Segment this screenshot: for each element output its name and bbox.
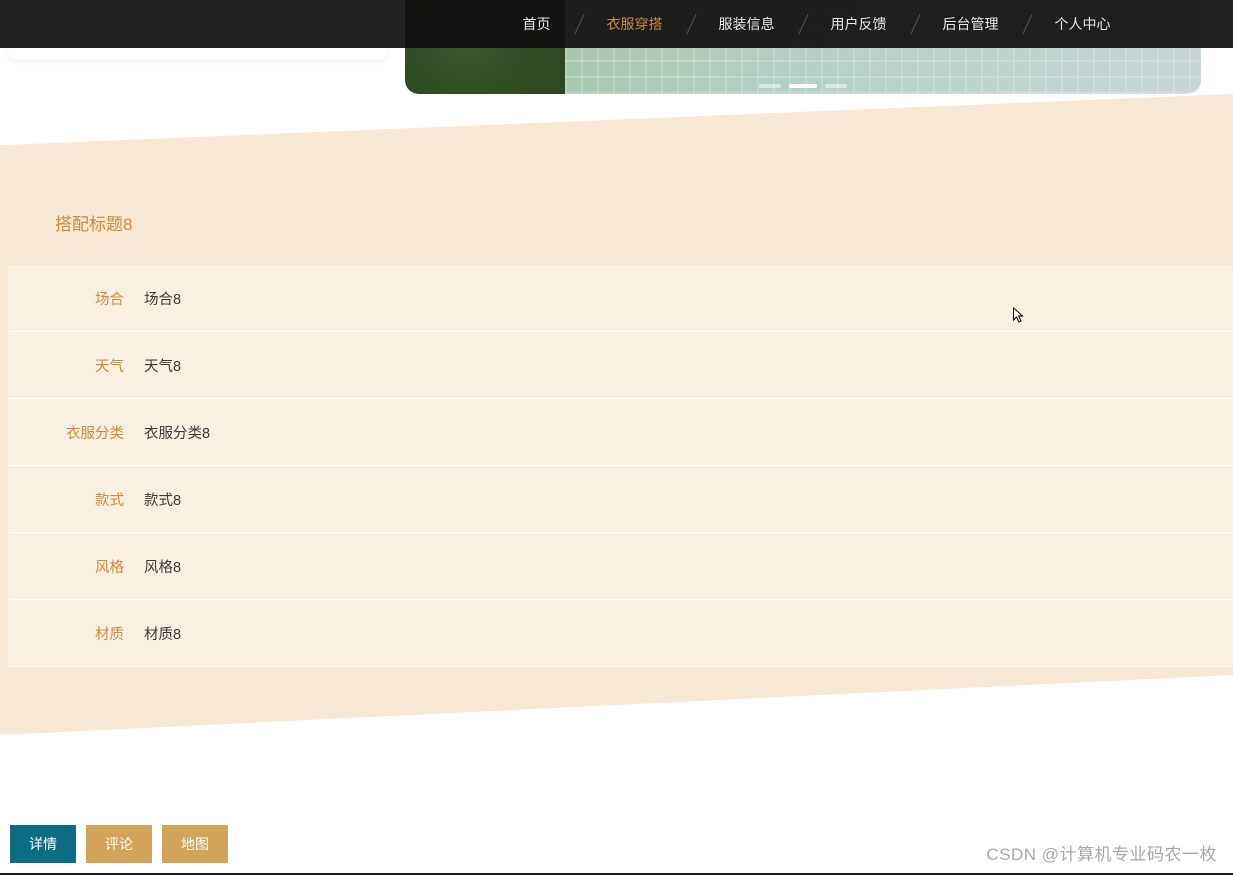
nav-profile[interactable]: 个人中心: [1027, 0, 1139, 48]
content-area: 搭配标题8 场合 场合8 天气 天气8 衣服分类 衣服分类8 款式 款式8 风格…: [0, 210, 1233, 667]
detail-label: 风格: [8, 556, 124, 577]
detail-value: 衣服分类8: [124, 422, 210, 443]
tab-comments[interactable]: 评论: [86, 825, 152, 863]
top-nav: 首页 衣服穿搭 服装信息 用户反馈 后台管理 个人中心: [0, 0, 1233, 48]
nav-admin[interactable]: 后台管理: [915, 0, 1027, 48]
detail-row-occasion: 场合 场合8: [8, 265, 1233, 332]
nav-home[interactable]: 首页: [495, 0, 579, 48]
detail-label: 款式: [8, 489, 124, 510]
detail-row-style: 风格 风格8: [8, 533, 1233, 600]
bottom-tabs: 详情 评论 地图: [10, 825, 228, 863]
nav-clothing-info[interactable]: 服装信息: [691, 0, 803, 48]
detail-label: 天气: [8, 355, 124, 376]
detail-label: 场合: [8, 288, 124, 309]
detail-value: 材质8: [124, 623, 181, 644]
detail-row-style-type: 款式 款式8: [8, 466, 1233, 533]
carousel-dot[interactable]: [825, 84, 847, 88]
nav-inner: 首页 衣服穿搭 服装信息 用户反馈 后台管理 个人中心: [495, 0, 1139, 48]
detail-label: 材质: [8, 623, 124, 644]
page-title: 搭配标题8: [0, 210, 1233, 235]
detail-row-weather: 天气 天气8: [8, 332, 1233, 399]
carousel-dot[interactable]: [759, 84, 781, 88]
detail-row-material: 材质 材质8: [8, 600, 1233, 667]
detail-label: 衣服分类: [8, 422, 124, 443]
watermark: CSDN @计算机专业码农一枚: [986, 840, 1217, 865]
tab-detail[interactable]: 详情: [10, 825, 76, 863]
nav-outfit[interactable]: 衣服穿搭: [579, 0, 691, 48]
carousel-dots[interactable]: [759, 84, 847, 88]
detail-row-category: 衣服分类 衣服分类8: [8, 399, 1233, 466]
tab-map[interactable]: 地图: [162, 825, 228, 863]
nav-feedback[interactable]: 用户反馈: [803, 0, 915, 48]
detail-value: 风格8: [124, 556, 181, 577]
detail-value: 场合8: [124, 288, 181, 309]
detail-value: 款式8: [124, 489, 181, 510]
detail-value: 天气8: [124, 355, 181, 376]
carousel-dot-active[interactable]: [789, 84, 817, 88]
